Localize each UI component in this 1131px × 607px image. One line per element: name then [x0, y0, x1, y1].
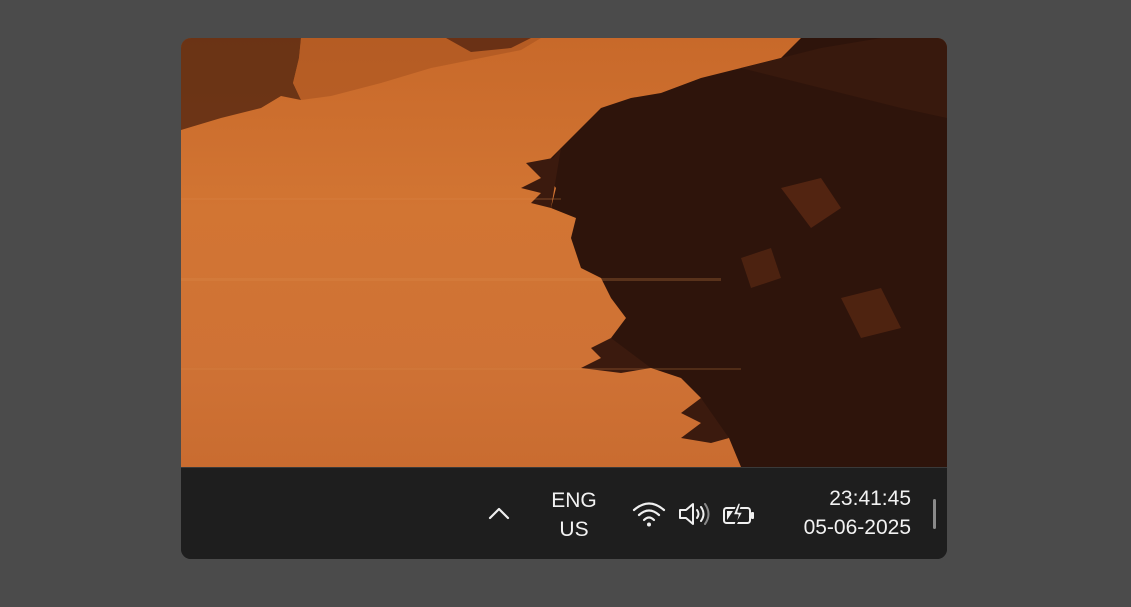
quick-settings-button[interactable] — [627, 494, 767, 534]
wallpaper-image — [181, 38, 947, 467]
language-code: ENG — [551, 489, 597, 512]
desktop-frame: ENG US 23:41:45 05-06-2025 — [181, 38, 947, 559]
clock-date-button[interactable]: 23:41:45 05-06-2025 — [777, 484, 911, 546]
input-language-indicator[interactable]: ENG US — [541, 486, 607, 546]
battery-charging-icon — [721, 499, 757, 529]
show-desktop-button[interactable] — [933, 499, 936, 529]
taskbar: ENG US 23:41:45 05-06-2025 — [181, 467, 947, 559]
keyboard-layout-code: US — [559, 518, 589, 541]
desktop-wallpaper — [181, 38, 947, 467]
show-hidden-icons-button[interactable] — [481, 498, 517, 532]
clock-date: 05-06-2025 — [803, 516, 911, 539]
volume-icon — [677, 499, 711, 529]
clock-time: 23:41:45 — [829, 487, 911, 510]
chevron-up-icon — [487, 505, 511, 526]
wifi-icon — [631, 499, 667, 529]
